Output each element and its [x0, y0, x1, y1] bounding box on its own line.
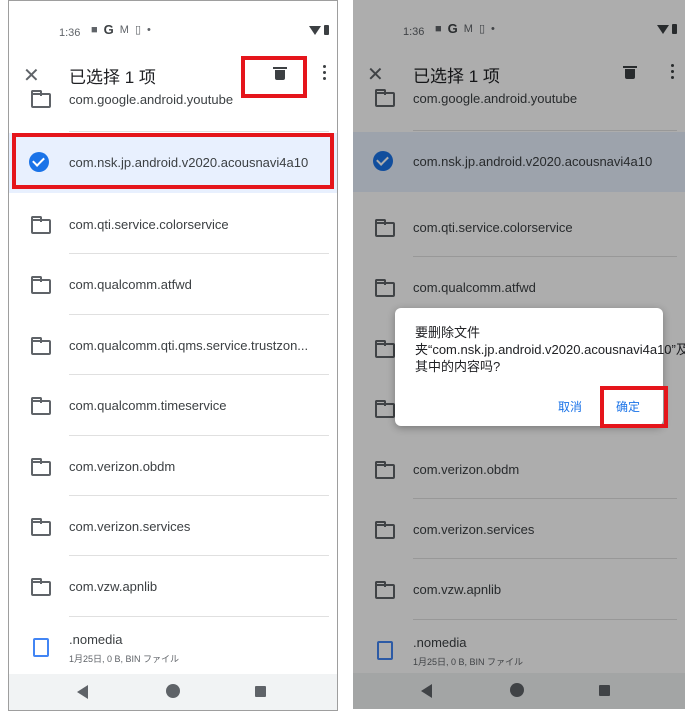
more-options-icon[interactable]: [323, 65, 327, 81]
file-name: com.qualcomm.timeservice: [69, 398, 227, 413]
phone-screen-right: 1:36 ■ G M ▯ • ✕ 已选择 1 项 com.google.andr…: [353, 0, 685, 709]
file-meta: 1月25日, 0 B, BIN ファイル: [69, 654, 180, 664]
folder-icon: [31, 337, 51, 355]
battery-icon: [324, 25, 329, 35]
dialog-message: 要删除文件夹“com.nsk.jp.android.v2020.acousnav…: [415, 325, 685, 374]
folder-icon: [31, 216, 51, 234]
list-item[interactable]: com.qualcomm.timeservice: [9, 374, 337, 434]
list-item[interactable]: com.verizon.services: [9, 495, 337, 555]
folder-icon: [31, 458, 51, 476]
file-name: com.qualcomm.qti.qms.service.trustzon...: [69, 338, 309, 353]
file-name: com.verizon.services: [69, 519, 191, 534]
list-item[interactable]: com.verizon.obdm: [9, 435, 337, 495]
file-name: .nomedia: [69, 632, 123, 647]
recents-icon[interactable]: [255, 686, 266, 697]
folder-icon: [31, 518, 51, 536]
close-icon[interactable]: ✕: [23, 63, 40, 88]
folder-icon: [31, 578, 51, 596]
folder-icon: [31, 276, 51, 294]
status-icons: ■ G M ▯ •: [91, 23, 151, 37]
back-icon[interactable]: [77, 685, 88, 699]
google-icon: G: [103, 22, 114, 37]
list-item-selected[interactable]: com.nsk.jp.android.v2020.acousnavi4a10: [9, 133, 337, 193]
notification-icon: ■: [91, 24, 98, 36]
confirm-button[interactable]: 确定: [616, 398, 640, 415]
list-item[interactable]: com.qualcomm.atfwd: [9, 253, 337, 313]
device-icon: ▯: [134, 24, 142, 36]
wifi-icon: [309, 25, 321, 35]
file-name: com.qualcomm.atfwd: [69, 277, 192, 292]
folder-icon: [31, 397, 51, 415]
delete-confirm-dialog: 要删除文件夹“com.nsk.jp.android.v2020.acousnav…: [395, 308, 685, 426]
cancel-button[interactable]: 取消: [558, 398, 582, 415]
list-item[interactable]: com.google.android.youtube: [9, 89, 337, 119]
home-icon[interactable]: [166, 684, 180, 698]
navigation-bar: [9, 674, 337, 710]
divider: [69, 131, 329, 132]
phone-screen-left: 1:36 ■ G M ▯ • ✕ 已选择 1 项 com.google.andr…: [8, 0, 338, 711]
file-name: com.nsk.jp.android.v2020.acousnavi4a10: [69, 155, 309, 170]
status-time: 1:36: [59, 27, 81, 39]
selection-title: 已选择 1 项: [69, 68, 156, 87]
file-name: com.google.android.youtube: [69, 92, 234, 107]
list-item[interactable]: com.qualcomm.qti.qms.service.trustzon...: [9, 314, 337, 374]
mail-icon: M: [119, 24, 129, 36]
status-bar: 1:36 ■ G M ▯ •: [9, 1, 337, 45]
list-item[interactable]: .nomedia 1月25日, 0 B, BIN ファイル: [9, 616, 337, 676]
checkmark-icon: [29, 152, 49, 172]
list-item[interactable]: com.qti.service.colorservice: [9, 193, 337, 253]
dot-icon: •: [147, 24, 151, 36]
file-name: com.vzw.apnlib: [69, 579, 158, 594]
list-item[interactable]: com.vzw.apnlib: [9, 555, 337, 615]
file-icon: [33, 638, 49, 657]
delete-icon[interactable]: [273, 67, 287, 80]
file-name: com.qti.service.colorservice: [69, 217, 229, 232]
file-name: com.verizon.obdm: [69, 459, 176, 474]
folder-icon: [31, 90, 51, 108]
status-right: [309, 25, 329, 35]
